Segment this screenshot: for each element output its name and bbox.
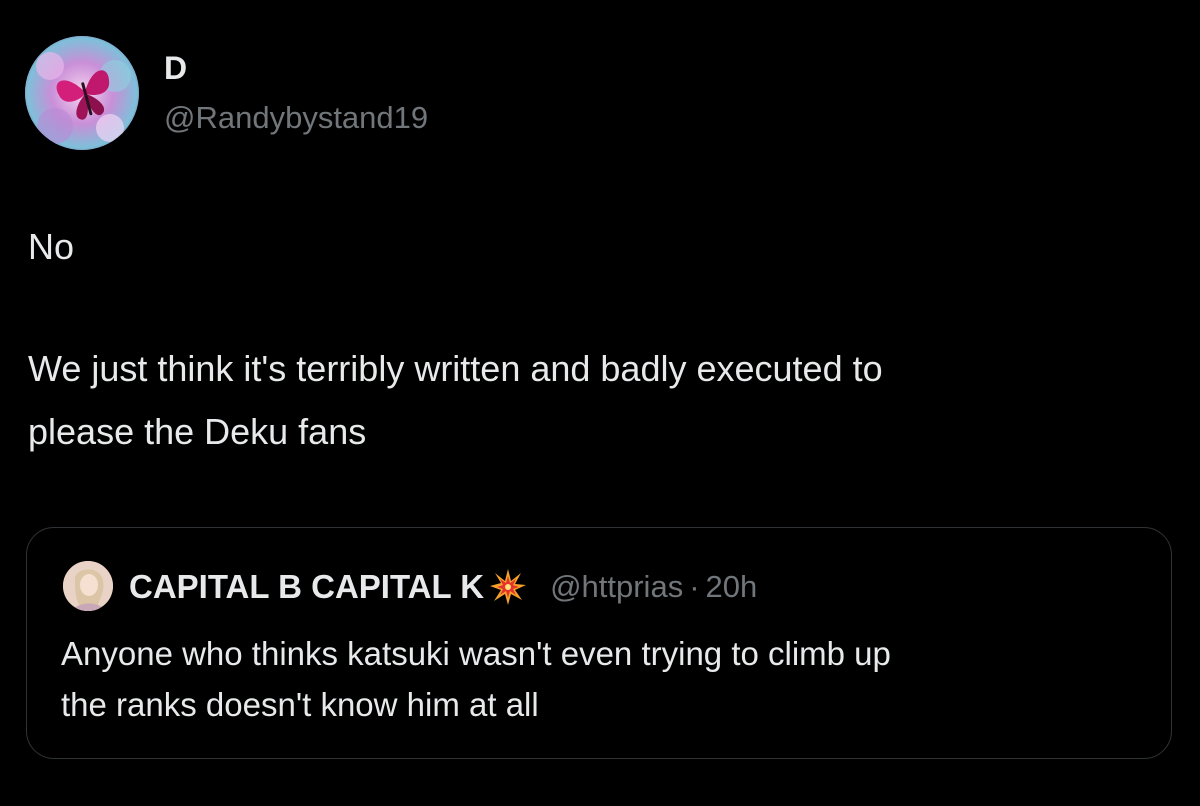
quoted-tweet-text-line: the ranks doesn't know him at all: [61, 686, 539, 723]
quoted-tweet-timestamp[interactable]: 20h: [706, 569, 758, 605]
quoted-author-handle[interactable]: @httprias: [550, 569, 683, 605]
author-handle[interactable]: @Randybystand19: [164, 100, 428, 136]
quoted-author-display-name[interactable]: CAPITAL B CAPITAL K: [129, 568, 484, 606]
header-separator: ·: [689, 569, 700, 604]
person-avatar-icon: [63, 561, 113, 611]
tweet-text-line: We just think it's terribly written and …: [28, 348, 883, 389]
tweet-text-line: No: [28, 226, 75, 267]
author-display-name[interactable]: D: [164, 50, 187, 86]
butterfly-avatar-icon: [25, 36, 139, 150]
quoted-author-avatar[interactable]: [63, 561, 113, 611]
quoted-tweet-text-line: Anyone who thinks katsuki wasn't even tr…: [61, 635, 891, 672]
collision-emoji-icon: [488, 567, 528, 607]
tweet-text-line: please the Deku fans: [28, 411, 367, 452]
quoted-tweet-header: CAPITAL B CAPITAL K @httprias · 20h: [129, 565, 757, 609]
quoted-tweet-card[interactable]: CAPITAL B CAPITAL K @httprias · 20h Anyo…: [26, 527, 1172, 759]
author-avatar[interactable]: [25, 36, 139, 150]
